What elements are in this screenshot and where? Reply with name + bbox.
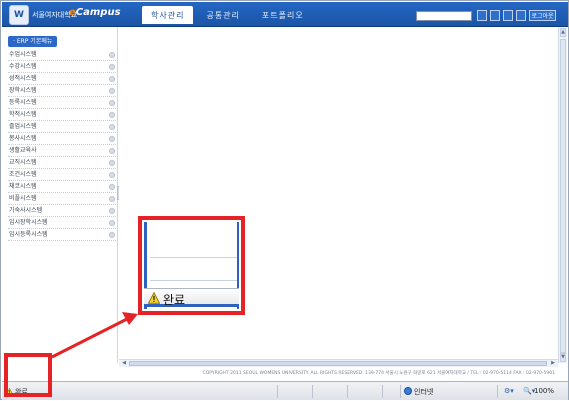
chevron-right-icon — [109, 88, 115, 94]
sidebar-item-dormitory[interactable]: 기숙사시스템 — [8, 205, 116, 217]
zoomed-callout: 완료 — [138, 216, 245, 315]
chevron-right-icon — [109, 100, 115, 106]
ecampus-logo-e: e — [69, 7, 76, 18]
chevron-right-icon — [109, 196, 115, 202]
chevron-right-icon — [109, 208, 115, 214]
sidebar: · ERP 기본메뉴 수업시스템 수강시스템 성적시스템 장학시스템 등록시스템… — [2, 27, 118, 363]
chevron-right-icon — [109, 136, 115, 142]
status-divider — [497, 385, 498, 398]
callout-divider — [150, 257, 237, 258]
callout-status-text: 완료 — [163, 293, 186, 307]
status-highlight-box — [4, 353, 52, 397]
sidebar-item-12[interactable]: 채코시스템 — [8, 181, 116, 193]
sidebar-item-conditions[interactable]: 조건시스템 — [8, 169, 116, 181]
sidebar-item-label: 입시등록시스템 — [9, 231, 48, 238]
sidebar-item-graduation[interactable]: 졸업시스템 — [8, 121, 116, 133]
scroll-thumb[interactable] — [129, 361, 547, 366]
chevron-right-icon — [109, 220, 115, 226]
scroll-thumb[interactable] — [560, 39, 566, 353]
scroll-left-icon[interactable]: ◀ — [120, 360, 128, 367]
callout-status-bar: 완료 — [144, 288, 239, 307]
sidebar-item-label: 봉사시스템 — [9, 135, 37, 142]
sidebar-item-enrollment[interactable]: 수강시스템 — [8, 61, 116, 73]
university-logo[interactable]: W — [9, 5, 29, 25]
sidebar-item-label: 생활교육사 — [9, 147, 37, 154]
chevron-right-icon — [109, 64, 115, 70]
callout-divider — [150, 280, 237, 281]
sidebar-menu: 수업시스템 수강시스템 성적시스템 장학시스템 등록시스템 학적시스템 졸업시스… — [8, 49, 116, 241]
chevron-right-icon — [109, 172, 115, 178]
status-divider — [277, 385, 278, 398]
horizontal-scrollbar[interactable]: ◀ ▶ — [119, 359, 558, 367]
sidebar-item-grades[interactable]: 성적시스템 — [8, 73, 116, 85]
security-zone-text: 인터넷 — [414, 388, 434, 396]
status-divider — [347, 385, 348, 398]
protected-mode-icon[interactable]: ⚙▾ — [504, 387, 514, 395]
chevron-right-icon — [109, 160, 115, 166]
chevron-right-icon — [109, 148, 115, 154]
sidebar-item-label: 학적시스템 — [9, 111, 37, 118]
sidebar-item-life-education[interactable]: 생활교육사 — [8, 145, 116, 157]
status-divider — [382, 385, 383, 398]
status-divider — [312, 385, 313, 398]
sidebar-item-label: 수강시스템 — [9, 63, 37, 70]
sidebar-item-label: 장학시스템 — [9, 87, 37, 94]
sidebar-item-label: 등록시스템 — [9, 99, 37, 106]
sidebar-item-label: 채코시스템 — [9, 183, 37, 190]
sidebar-item-label: 비플시스템 — [9, 195, 37, 202]
scroll-down-icon[interactable]: ▼ — [560, 353, 566, 362]
zoom-level[interactable]: 100% — [534, 387, 554, 395]
sidebar-item-records[interactable]: 학적시스템 — [8, 109, 116, 121]
sidebar-item-label: 수업시스템 — [9, 51, 37, 58]
chevron-right-icon — [109, 112, 115, 118]
logout-button[interactable]: 로그아웃 — [529, 10, 556, 21]
sidebar-item-label: 입시장학시스템 — [9, 219, 48, 226]
home-icon[interactable] — [477, 10, 487, 21]
sidebar-item-volunteer[interactable]: 봉사시스템 — [8, 133, 116, 145]
sidebar-item-registration[interactable]: 등록시스템 — [8, 97, 116, 109]
tab-portfolio[interactable]: 포트폴리오 — [253, 6, 313, 25]
warning-icon — [148, 292, 160, 304]
search-input[interactable] — [416, 11, 472, 21]
top-nav: 학사관리 공통관리 포트폴리오 — [142, 6, 313, 25]
sidebar-title: · ERP 기본메뉴 — [8, 36, 58, 47]
status-bar: 완료 인터넷 ⚙▾ 🔍▾ 100% — [2, 381, 568, 400]
chevron-right-icon — [109, 76, 115, 82]
sitemap-icon[interactable] — [490, 10, 500, 21]
sidebar-item-13[interactable]: 비플시스템 — [8, 193, 116, 205]
help-icon[interactable] — [503, 10, 513, 21]
sidebar-item-label: 졸업시스템 — [9, 123, 37, 130]
header-bar: W 서울여자대학교 eCampus 학사관리 공통관리 포트폴리오 로그아웃 — [2, 2, 568, 27]
vertical-scrollbar[interactable]: ▲ ▼ — [558, 27, 567, 363]
status-divider — [400, 385, 401, 398]
sidebar-item-teaching[interactable]: 교직시스템 — [8, 157, 116, 169]
sidebar-item-admission-registration[interactable]: 입시등록시스템 — [8, 229, 116, 241]
sidebar-item-label: 교직시스템 — [9, 159, 37, 166]
tab-academic-management[interactable]: 학사관리 — [142, 6, 194, 24]
settings-icon[interactable] — [516, 10, 526, 21]
tab-common-management[interactable]: 공통관리 — [197, 6, 248, 25]
sidebar-item-scholarship[interactable]: 장학시스템 — [8, 85, 116, 97]
scroll-right-icon[interactable]: ▶ — [549, 360, 557, 367]
chevron-right-icon — [109, 124, 115, 130]
internet-zone-icon — [404, 387, 412, 395]
sidebar-item-label: 기숙사시스템 — [9, 207, 43, 214]
sidebar-item-label: 성적시스템 — [9, 75, 37, 82]
scroll-up-icon[interactable]: ▲ — [560, 28, 566, 37]
ecampus-logo-text: Campus — [75, 7, 121, 18]
chevron-right-icon — [109, 232, 115, 238]
copyright-text: COPYRIGHT 2011 SEOUL WOMENS UNIVERSITY. … — [202, 371, 555, 376]
sidebar-item-admission-scholarship[interactable]: 입시장학시스템 — [8, 217, 116, 229]
chevron-right-icon — [109, 184, 115, 190]
ecampus-logo[interactable]: eCampus — [69, 7, 121, 18]
sidebar-item-label: 조건시스템 — [9, 171, 37, 178]
chevron-right-icon — [109, 52, 115, 58]
sidebar-item-class[interactable]: 수업시스템 — [8, 49, 116, 61]
browser-window: W 서울여자대학교 eCampus 학사관리 공통관리 포트폴리오 로그아웃 ·… — [0, 0, 569, 400]
